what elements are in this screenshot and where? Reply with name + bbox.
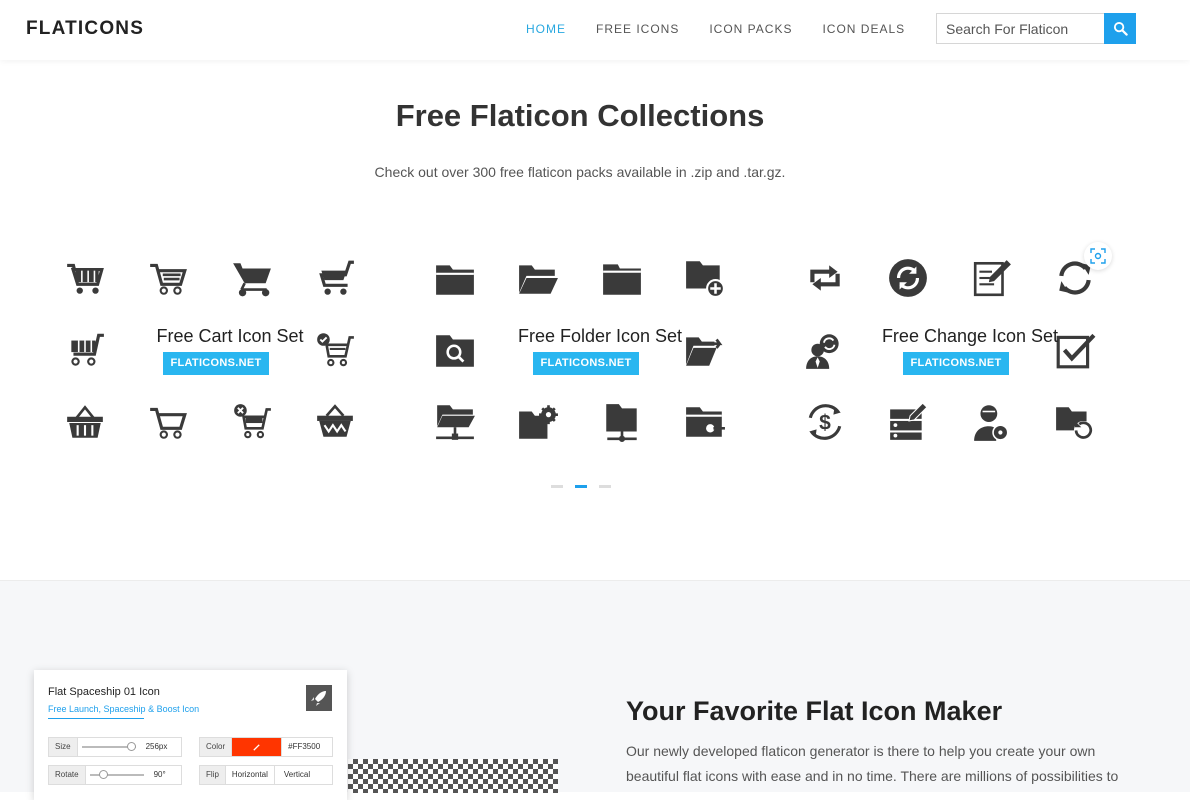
flip-control: Flip Horizontal Vertical [199,765,333,785]
color-swatch[interactable] [232,738,283,756]
cart-angled-icon [310,253,360,303]
icon-editor-panel: Flat Spaceship 01 Icon Free Launch, Spac… [34,670,347,800]
zoom-button[interactable] [1084,242,1112,270]
folder-network-icon [430,397,480,447]
size-slider[interactable] [78,738,140,756]
nav-icon-packs[interactable]: ICON PACKS [709,22,792,36]
rotate-label: Rotate [49,766,86,784]
collection-badge: FLATICONS.NET [163,352,269,375]
flip-vertical-button[interactable]: Vertical [275,766,316,784]
user-settings-icon [967,397,1017,447]
collection-badge: FLATICONS.NET [903,352,1009,375]
rotate-value: 90° [153,770,166,779]
color-control: Color #FF3500 [199,737,333,757]
main-nav: HOME FREE ICONS ICON PACKS ICON DEALS [526,22,935,36]
server-edit-icon [883,397,933,447]
search-icon [1113,21,1128,36]
cart-outline-icon [143,397,193,447]
cart-lines-icon [143,253,193,303]
folder-add-icon [680,253,730,303]
search-box [936,13,1136,44]
folder-key-icon [680,397,730,447]
folder-refresh-icon [1050,397,1100,447]
folder-server-icon [597,397,647,447]
color-value[interactable]: #FF3500 [282,738,326,756]
basket-outline-icon [310,397,360,447]
cart-icon [60,253,110,303]
editor-subtitle-underline [48,718,144,719]
editor-subtitle[interactable]: Free Launch, Spaceship & Boost Icon [48,704,199,714]
repeat-icon [800,253,850,303]
site-logo[interactable]: FLATICONS [26,18,144,40]
edit-document-icon [967,253,1017,303]
eyedropper-icon [253,743,260,751]
site-header: FLATICONS HOME FREE ICONS ICON PACKS ICO… [0,0,1190,60]
carousel-dot[interactable] [551,485,563,488]
folder-flat-icon [597,253,647,303]
maker-title: Your Favorite Flat Icon Maker [626,696,1003,726]
nav-icon-deals[interactable]: ICON DEALS [822,22,905,36]
transparent-preview [348,759,558,793]
nav-home[interactable]: HOME [526,22,566,36]
folder-search-icon [430,325,480,375]
size-label: Size [49,738,78,756]
flip-horizontal-button[interactable]: Horizontal [226,766,275,784]
editor-title: Flat Spaceship 01 Icon [48,686,160,698]
collection-title: Free Change Icon Set [881,326,1059,346]
collection-change[interactable]: $ Free Change Icon Set FLATICONS.NET [800,250,1140,455]
maker-description: Our newly developed flaticon generator i… [626,743,1119,784]
carousel-dots [551,485,611,488]
collection-cart[interactable]: Free Cart Icon Set FLATICONS.NET [60,250,400,455]
user-exchange-icon [800,325,850,375]
rotate-control: Rotate 90° [48,765,182,785]
cart-solid-icon [227,253,277,303]
cart-icon [60,325,110,375]
cart-remove-icon [227,397,277,447]
dollar-cycle-icon: $ [800,397,850,447]
search-input[interactable] [936,13,1104,44]
folder-icon [430,253,480,303]
collection-title: Free Cart Icon Set [156,326,304,346]
collection-title: Free Folder Icon Set [517,326,683,346]
folder-settings-icon [513,397,563,447]
rotate-slider[interactable] [86,766,148,784]
nav-free-icons[interactable]: FREE ICONS [596,22,679,36]
svg-text:$: $ [819,411,831,434]
folder-open-icon [513,253,563,303]
carousel-dot[interactable] [599,485,611,488]
spaceship-thumbnail [306,685,332,711]
flip-label: Flip [200,766,226,784]
color-label: Color [200,738,233,756]
refresh-circle-icon [883,253,933,303]
collection-badge: FLATICONS.NET [533,352,639,375]
focus-icon [1090,248,1106,264]
basket-icon [60,397,110,447]
size-value: 256px [145,742,168,751]
size-control: Size 256px [48,737,182,757]
search-button[interactable] [1104,13,1136,44]
page-title: Free Flaticon Collections [395,98,765,133]
collection-folder[interactable]: Free Folder Icon Set FLATICONS.NET [430,250,770,455]
page-subtitle: Check out over 300 free flaticon packs a… [374,164,786,180]
carousel-dot-active[interactable] [575,485,587,488]
rocket-icon [311,691,326,706]
